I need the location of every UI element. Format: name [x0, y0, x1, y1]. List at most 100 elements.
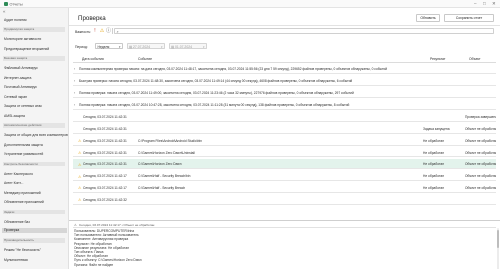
detail-header: ⚠ Сегодня, 03.07.2024 11:42:17 • Объект …	[73, 222, 496, 228]
date-from-value: 27.07.2024	[133, 44, 150, 49]
sidebar-item[interactable]: Мониторинг активности	[4, 37, 41, 41]
row-event: C:\Games\Horizon Zero Dawn	[138, 162, 182, 167]
sidebar-item[interactable]: Обновление приложений	[4, 200, 44, 204]
close-button[interactable]: ✕	[492, 1, 496, 6]
row-object: Объект не обработан	[465, 126, 496, 131]
row-date: Сегодня, 03.07.2024 11:42:17	[83, 185, 127, 190]
search-input[interactable]: ⌕	[114, 28, 494, 34]
row-object: Объект не обработан	[465, 138, 496, 143]
sidebar-item[interactable]: Дополнительная защита	[4, 143, 43, 147]
sidebar-item[interactable]: Предотвращение вторжений	[4, 47, 49, 51]
sidebar-item[interactable]: Агент Касперского	[4, 172, 33, 176]
chevron-down-icon: ▾	[202, 44, 205, 49]
summary-row[interactable]: › Быстрая проверка: начата сегодня, 03.07…	[73, 76, 496, 86]
pane-splitter[interactable]	[69, 220, 500, 221]
minimize-button[interactable]: –	[474, 1, 477, 6]
row-object: Объект не обработан	[465, 150, 496, 155]
warning-icon: ⚠	[78, 139, 82, 144]
table-row[interactable]: ⚠ Сегодня, 03.07.2024 11:42:17 C:\Games\Ha…	[73, 183, 496, 193]
column-event[interactable]: Событие	[138, 57, 152, 61]
date-to-field[interactable]: ▦ 01.07.2024 ▾	[169, 42, 207, 50]
warning-icon: ⚠	[78, 150, 82, 155]
table-row[interactable]: ⚠ Сегодня, 03.07.2024 11:42:32	[73, 195, 496, 205]
collapse-sidebar-icon[interactable]: «	[3, 9, 6, 14]
sidebar-item[interactable]: Обновление баз	[4, 220, 30, 224]
row-result: Задача запущена	[423, 126, 450, 131]
table-row[interactable]: ⚠ Сегодня, 03.07.2024 11:42:17 C:\Games\Ha…	[73, 171, 496, 181]
summary-row[interactable]: › Полная проверка: начата сегодня, 03.07.…	[73, 88, 496, 98]
table-row[interactable]: Сегодня, 03.07.2024 11:42:31 Задача запущ…	[73, 124, 496, 134]
row-object: Проверка завершена	[465, 115, 496, 120]
row-date: Сегодня, 03.07.2024 11:42:31	[83, 162, 127, 167]
summary-row[interactable]: › Полная проверка: начата сегодня, 03.07.…	[73, 100, 496, 110]
scrollbar-thumb[interactable]	[496, 230, 499, 248]
table-row[interactable]: Сегодня, 03.07.2024 11:42:31 Проверка зав…	[73, 112, 496, 122]
sidebar-section: Базовая защита	[3, 55, 65, 61]
row-event: C:\Games\Half - Security Breach	[138, 185, 186, 190]
sidebar-item[interactable]: Агент Конт...	[4, 181, 23, 185]
row-text: Полная проверка: начата сегодня, 03.07.2…	[79, 91, 354, 96]
divider	[69, 24, 500, 25]
warning-icon: ⚠	[78, 162, 82, 167]
row-date: Сегодня, 03.07.2024 11:42:17	[83, 174, 127, 179]
period-label: Период:	[75, 44, 88, 49]
date-to-value: 01.07.2024	[175, 44, 192, 49]
app-name: Отчеты	[9, 2, 23, 6]
sidebar-item[interactable]: Почтовый Антивирус	[4, 85, 37, 89]
chevron-right-icon[interactable]: ›	[74, 79, 75, 83]
row-text: Быстрая проверка: начата сегодня, 03.07.…	[79, 79, 353, 84]
warning-icon: ⚠	[78, 198, 82, 203]
chevron-right-icon[interactable]: ›	[74, 91, 75, 95]
column-result[interactable]: Результат	[430, 57, 445, 61]
sidebar-item[interactable]: Устранение уязвимостей	[4, 152, 43, 156]
main-panel: Проверка Обновить Сохранить отчет Важнос…	[69, 8, 500, 269]
detail-panel: Пользователь: DUPERCOMPUTER\Irina Тип пол…	[74, 229, 493, 269]
sidebar-item[interactable]: AMSI-защита	[4, 114, 25, 118]
table-row[interactable]: ⚠ Сегодня, 03.07.2024 11:42:31 C:\Games\Ho…	[73, 147, 496, 158]
warning-icon: ⚠	[74, 223, 77, 228]
row-text: Полная компьютерная проверка начата: на …	[79, 67, 388, 72]
maximize-button[interactable]: □	[483, 1, 486, 6]
detail-line: Причина: Файл не найден	[74, 262, 114, 267]
sidebar-item[interactable]: Режим "Не беспокоить"	[4, 248, 41, 252]
app-title: Отчеты	[4, 1, 23, 6]
warning-icon: ⚠	[78, 174, 82, 179]
sidebar-item[interactable]: Аудит политик	[4, 18, 27, 22]
sidebar-item[interactable]: Проверка	[2, 228, 67, 234]
page-title: Проверка	[78, 14, 106, 22]
save-report-button[interactable]: Сохранить отчет	[444, 13, 494, 22]
row-date: Сегодня, 03.07.2024 11:42:31	[83, 115, 127, 120]
row-date: Сегодня, 03.07.2024 11:42:31	[83, 150, 127, 155]
info-filter-icon[interactable]: ⓘ	[106, 28, 112, 34]
row-result: Не обработан	[423, 138, 444, 143]
sidebar-item[interactable]: Защита от общих для всех компьютеров	[4, 133, 68, 137]
table-row[interactable]: ⚠ Сегодня, 03.07.2024 11:42:31 C:\Program …	[73, 136, 496, 146]
date-from-field[interactable]: ▦ 27.07.2024 ▾	[127, 42, 165, 50]
search-icon: ⌕	[116, 29, 119, 35]
critical-filter-icon[interactable]: !	[92, 28, 98, 34]
sidebar-item[interactable]: Мультисетевая	[4, 258, 28, 262]
column-date[interactable]: Дата события	[82, 57, 104, 61]
table-header: Дата события Событие Результат Объект	[73, 55, 496, 63]
row-object: Объект не обработан	[465, 174, 496, 179]
row-date: Сегодня, 03.07.2024 11:42:31	[83, 126, 127, 131]
table-row[interactable]: ⚠ Сегодня, 03.07.2024 11:42:31 C:\Games\Ho…	[73, 159, 496, 170]
chevron-right-icon[interactable]: ›	[74, 103, 75, 107]
sidebar-item[interactable]: Менеджер приложений	[4, 191, 41, 195]
chevron-down-icon: ▾	[160, 44, 163, 49]
refresh-button[interactable]: Обновить	[416, 13, 440, 22]
period-select[interactable]: Неделя ▾	[95, 42, 123, 50]
summary-row[interactable]: › Полная компьютерная проверка начата: на…	[73, 64, 496, 74]
chevron-right-icon[interactable]: ›	[74, 67, 75, 71]
column-object[interactable]: Объект	[469, 57, 481, 61]
sidebar-section: Продвинутая защита	[3, 27, 65, 32]
sidebar-item[interactable]: Файловый Антивирус	[4, 66, 38, 70]
row-date: Сегодня, 03.07.2024 11:42:32	[83, 197, 127, 202]
row-date: Сегодня, 03.07.2024 11:42:31	[83, 138, 127, 143]
warning-filter-icon[interactable]: ⚠	[99, 28, 105, 34]
app-logo-icon	[4, 1, 8, 6]
detail-scrollbar[interactable]	[496, 228, 499, 269]
sidebar-item[interactable]: Сетевой экран	[4, 95, 27, 99]
sidebar-item[interactable]: Защита от сетевых атак	[4, 104, 42, 108]
sidebar-item[interactable]: Интернет-защита	[4, 76, 31, 80]
